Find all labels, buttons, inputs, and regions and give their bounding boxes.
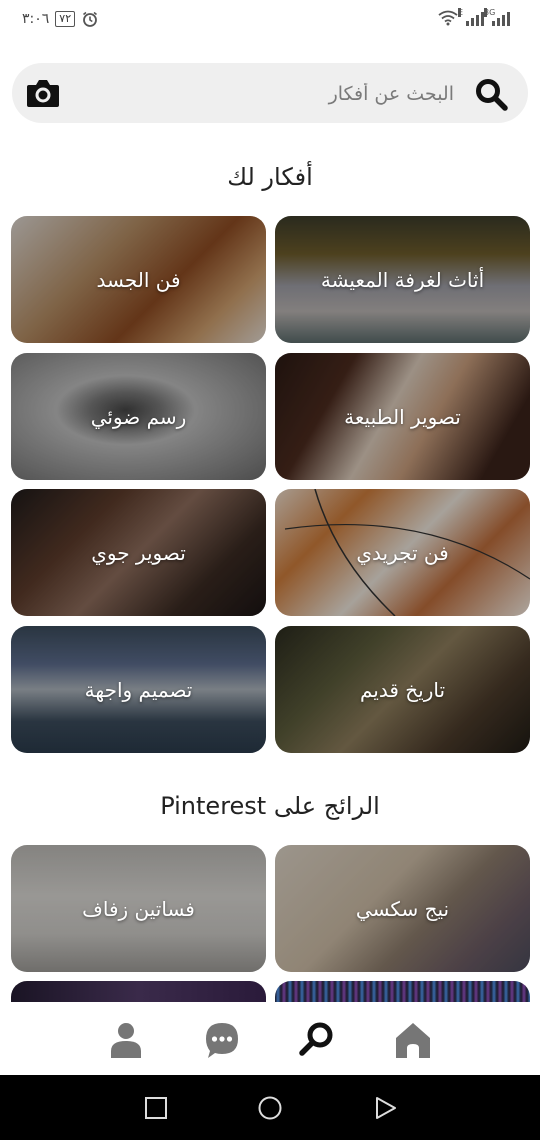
search-input[interactable] bbox=[152, 78, 456, 110]
status-bar: ٣:٠٦ ٧٢ E 3G bbox=[0, 0, 540, 44]
idea-tile-facade-design[interactable]: تصميم واجهة bbox=[11, 626, 266, 753]
trending-section-title: الرائج على Pinterest bbox=[160, 792, 380, 820]
tile-label: فن الجسد bbox=[96, 267, 181, 292]
tile-label: فن تجريدي bbox=[356, 540, 449, 565]
signal-icon-2: 3G bbox=[484, 8, 510, 26]
wifi-icon bbox=[438, 10, 458, 26]
tile-label: رسم ضوئي bbox=[90, 404, 187, 429]
system-nav-bar bbox=[0, 1075, 540, 1140]
chat-icon bbox=[206, 1023, 238, 1058]
status-left: ٣:٠٦ ٧٢ bbox=[22, 10, 99, 28]
nav-home-button[interactable] bbox=[393, 1020, 433, 1060]
signal-icon-1: E bbox=[458, 8, 484, 26]
idea-tile-ancient-history[interactable]: تاريخ قديم bbox=[275, 626, 530, 753]
trend-tile-wedding-dresses[interactable]: فساتين زفاف bbox=[11, 845, 266, 972]
trend-tile-2[interactable]: نيج سكسي bbox=[275, 845, 530, 972]
circle-icon bbox=[258, 1096, 282, 1120]
bottom-nav bbox=[0, 1002, 540, 1075]
tile-label: تصوير الطبيعة bbox=[344, 404, 461, 429]
profile-icon bbox=[111, 1023, 141, 1058]
idea-tile-body-art[interactable]: فن الجسد bbox=[11, 216, 266, 343]
tile-label: فساتين زفاف bbox=[82, 896, 195, 921]
recent-apps-button[interactable] bbox=[143, 1095, 169, 1121]
search-icon bbox=[476, 79, 508, 111]
nav-profile-button[interactable] bbox=[106, 1020, 146, 1060]
ideas-section-title: أفكار لك bbox=[227, 163, 313, 191]
triangle-back-icon bbox=[376, 1097, 396, 1119]
tile-label: تاريخ قديم bbox=[359, 677, 446, 702]
nav-search-button[interactable] bbox=[297, 1020, 337, 1060]
tile-label: تصوير جوي bbox=[91, 540, 186, 565]
search-button[interactable] bbox=[474, 77, 510, 113]
search-icon bbox=[299, 1022, 333, 1056]
camera-icon bbox=[27, 80, 59, 107]
status-right: E 3G bbox=[438, 8, 510, 26]
home-icon bbox=[396, 1023, 430, 1058]
system-back-button[interactable] bbox=[372, 1095, 398, 1121]
nav-messages-button[interactable] bbox=[202, 1020, 242, 1060]
system-home-button[interactable] bbox=[257, 1095, 283, 1121]
idea-tile-abstract-art[interactable]: فن تجريدي bbox=[275, 489, 530, 616]
square-icon bbox=[145, 1097, 167, 1119]
idea-tile-light-drawing[interactable]: رسم ضوئي bbox=[11, 353, 266, 480]
tile-label: نيج سكسي bbox=[355, 896, 450, 921]
tile-label: أثاث لغرفة المعيشة bbox=[320, 267, 485, 292]
idea-tile-nature-photography[interactable]: تصوير الطبيعة bbox=[275, 353, 530, 480]
status-time: ٣:٠٦ bbox=[22, 11, 50, 27]
idea-tile-aerial-photography[interactable]: تصوير جوي bbox=[11, 489, 266, 616]
alarm-icon bbox=[83, 11, 98, 27]
tile-label: تصميم واجهة bbox=[84, 677, 193, 702]
battery-indicator: ٧٢ bbox=[55, 11, 76, 27]
search-bar[interactable] bbox=[12, 63, 528, 123]
camera-button[interactable] bbox=[25, 77, 61, 109]
idea-tile-living-room[interactable]: أثاث لغرفة المعيشة bbox=[275, 216, 530, 343]
